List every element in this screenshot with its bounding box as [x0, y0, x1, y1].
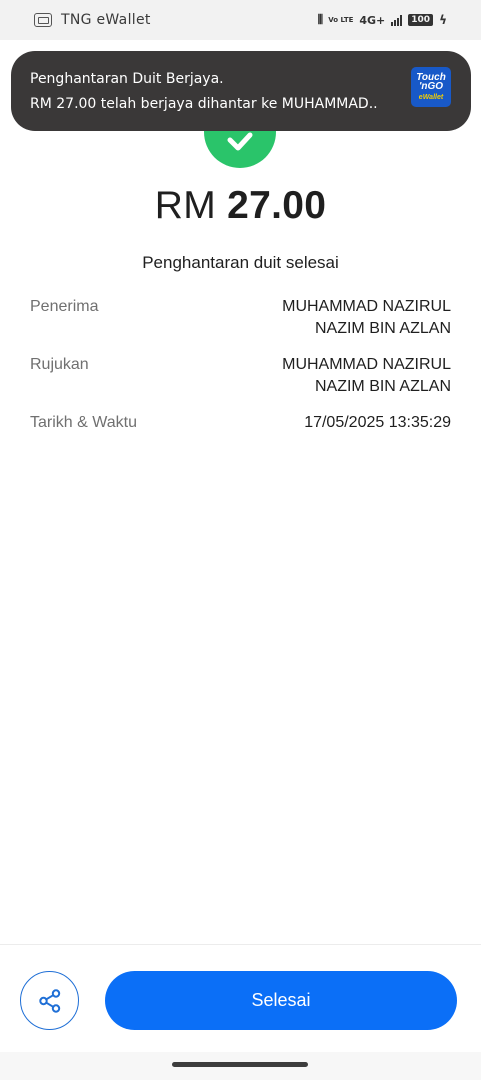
done-button[interactable]: Selesai — [105, 971, 457, 1030]
charging-icon: ϟ — [439, 13, 447, 27]
recipient-value: MUHAMMAD NAZIRUL NAZIM BIN AZLAN — [282, 296, 451, 340]
recipient-label: Penerima — [30, 298, 99, 315]
detail-row-reference: Rujukan MUHAMMAD NAZIRUL NAZIM BIN AZLAN — [30, 354, 451, 398]
signal-icon — [391, 14, 403, 26]
tng-logo-line3: eWallet — [418, 93, 444, 101]
share-icon — [38, 988, 60, 1013]
bottom-action-bar: Selesai — [0, 944, 481, 1052]
battery-icon: 100 — [408, 14, 434, 26]
tng-app-icon — [34, 13, 52, 27]
vibrate-icon: ⦀ — [317, 12, 324, 28]
home-gesture-handle[interactable] — [172, 1062, 308, 1067]
detail-row-recipient: Penerima MUHAMMAD NAZIRUL NAZIM BIN AZLA… — [30, 296, 451, 340]
datetime-label: Tarikh & Waktu — [30, 414, 137, 431]
notification-title: Penghantaran Duit Berjaya. — [30, 71, 224, 87]
amount-currency: RM — [154, 184, 216, 227]
volte-indicator: Vo LTE — [328, 15, 354, 24]
check-icon — [227, 132, 253, 151]
network-indicator: 4G+ — [359, 13, 386, 27]
amount-value: 27.00 — [227, 184, 327, 227]
transfer-amount: RM 27.00 — [0, 184, 481, 228]
reference-value-line1: MUHAMMAD NAZIRUL — [282, 356, 451, 373]
tng-logo-line2: 'nGO — [418, 80, 444, 92]
transfer-status: Penghantaran duit selesai — [142, 253, 339, 272]
detail-row-datetime: Tarikh & Waktu 17/05/2025 13:35:29 — [30, 412, 451, 434]
recipient-value-line2: NAZIM BIN AZLAN — [314, 320, 451, 337]
notification-banner[interactable]: Penghantaran Duit Berjaya. RM 27.00 tela… — [11, 51, 471, 131]
reference-value: MUHAMMAD NAZIRUL NAZIM BIN AZLAN — [282, 354, 451, 398]
datetime-value: 17/05/2025 13:35:29 — [304, 414, 451, 431]
reference-label: Rujukan — [30, 356, 89, 373]
recipient-value-line1: MUHAMMAD NAZIRUL — [282, 298, 451, 315]
system-nav-bar — [0, 1052, 481, 1080]
tng-logo: Touch 'nGO eWallet — [411, 67, 451, 107]
status-bar: TNG eWallet ⦀ Vo LTE 4G+ 100 ϟ — [0, 0, 481, 40]
status-indicators: ⦀ Vo LTE 4G+ 100 ϟ — [318, 13, 448, 28]
notification-body: RM 27.00 telah berjaya dihantar ke MUHAM… — [30, 96, 378, 112]
status-app-name: TNG eWallet — [61, 12, 151, 28]
share-button[interactable] — [20, 971, 79, 1030]
reference-value-line2: NAZIM BIN AZLAN — [314, 378, 451, 395]
